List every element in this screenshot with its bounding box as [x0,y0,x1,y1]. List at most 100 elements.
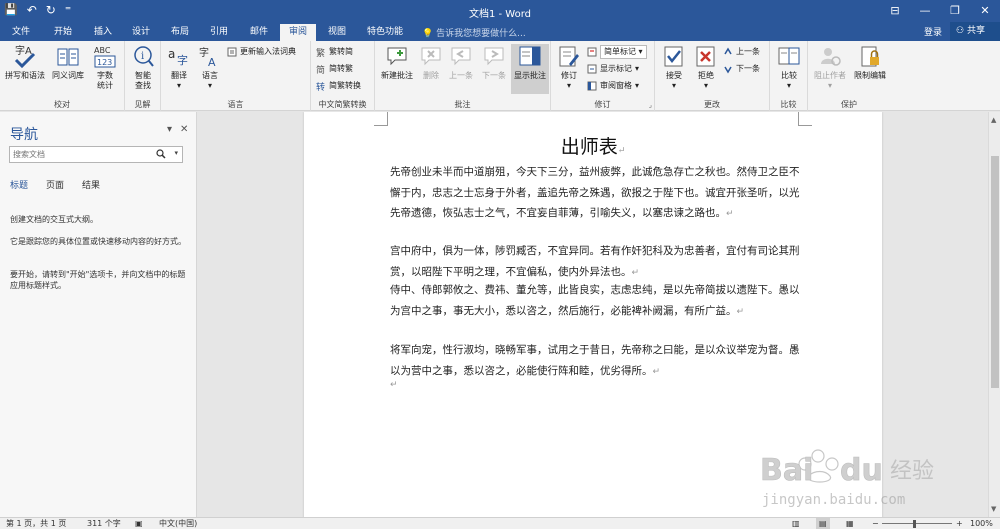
tab-insert[interactable]: 插入 [86,24,120,41]
svg-text:a: a [168,47,175,61]
navigation-title: 导航 [10,127,38,143]
previous-change-button[interactable]: 上一条 [723,46,760,58]
tab-references[interactable]: 引用 [202,24,236,41]
svg-text:繁: 繁 [316,47,325,57]
vertical-scrollbar[interactable]: ▲ ▼ [988,112,1000,517]
document-title[interactable]: 出师表↵ [304,132,882,159]
show-comments-button[interactable]: 显示批注 [511,44,549,94]
tab-file[interactable]: 文件 [4,24,38,41]
ribbon-review: 字A 拼写和语法 同义词库 ABC 123 字数 统计 校对 i 智能 查找 见解… [0,41,1000,111]
word-count-button[interactable]: ABC 123 字数 统计 [88,44,122,91]
close-button[interactable]: ✕ [970,0,1000,22]
tab-review[interactable]: 审阅 [280,24,316,41]
nav-help-start: 要开始，请转到"开始"选项卡，并向文档中的标题应用标题样式。 [10,270,186,290]
smart-lookup-button[interactable]: i 智能 查找 [127,44,159,91]
document-search-input[interactable] [10,147,150,162]
next-change-icon [724,66,732,74]
zoom-level[interactable]: 100% [970,518,993,529]
translate-button[interactable]: a字 翻译 ▾ [164,44,194,91]
tab-layout[interactable]: 布局 [163,24,197,41]
restrict-editing-button[interactable]: 限制编辑 [851,44,889,81]
search-options-icon[interactable]: ▾ [174,149,178,157]
accept-icon [664,46,683,67]
nav-tab-results[interactable]: 结果 [82,178,100,191]
svg-text:转: 转 [316,81,325,91]
previous-comment-button[interactable]: 上一条 [445,44,477,81]
nav-close-icon[interactable]: ✕ [180,124,188,135]
nav-tab-pages[interactable]: 页面 [46,178,64,191]
zoom-slider[interactable] [882,523,952,524]
zoom-in-button[interactable]: + [956,518,963,529]
tab-home[interactable]: 开始 [46,24,80,41]
spelling-grammar-button[interactable]: 字A 拼写和语法 [3,44,47,81]
proofing-status-icon[interactable]: ▣ [135,518,143,529]
person-icon: ⚇ [956,26,967,36]
tab-mailings[interactable]: 邮件 [242,24,276,41]
document-paragraph[interactable]: 宫中府中，俱为一体，陟罚臧否，不宜异同。若有作奸犯科及为忠善者，宜付有司论其刑赏… [390,241,800,283]
scroll-up-icon[interactable]: ▲ [991,116,996,124]
share-button[interactable]: ⚇ 共享 [950,22,1000,41]
nav-help-tracking: 它是跟踪您的具体位置或快速移动内容的好方式。 [10,237,186,246]
zoom-out-button[interactable]: − [872,518,879,529]
reject-icon [696,46,715,67]
svg-text:i: i [141,51,144,62]
nav-options-icon[interactable]: ▾ [167,124,172,135]
zoom-slider-knob[interactable] [913,520,916,528]
web-layout-icon[interactable]: ▦ [846,518,854,529]
track-changes-button[interactable]: 修订 ▾ [554,44,584,91]
reviewing-pane-dropdown[interactable]: 审阅窗格 ▾ [587,80,639,92]
lock-icon [861,46,879,67]
document-paragraph[interactable]: 侍中、侍郎郭攸之、费祎、董允等，此皆良实，志虑忠纯，是以先帝简拔以遗陛下。愚以为… [390,280,800,322]
markup-mode-dropdown[interactable]: 简单标记 ▾ [587,45,647,59]
conversion-button[interactable]: 转 简繁转换 [316,80,361,92]
word-count-icon: ABC 123 [94,46,116,68]
dialog-launcher-icon[interactable]: ⌟ [649,101,652,109]
group-label-protect: 保护 [841,100,857,109]
tab-special-features[interactable]: 特色功能 [360,24,410,41]
nav-tab-headings[interactable]: 标题 [10,178,28,191]
next-comment-button[interactable]: 下一条 [478,44,510,81]
svg-text:123: 123 [97,58,112,67]
scroll-down-icon[interactable]: ▼ [991,505,996,513]
compare-button[interactable]: 比较 ▾ [774,44,804,91]
update-ime-dictionary-button[interactable]: 更新输入法词典 [227,46,296,58]
sign-in-link[interactable]: 登录 [924,25,942,38]
minimize-button[interactable]: — [910,0,940,22]
svg-text:简: 简 [316,64,325,74]
conversion-icon: 转 [316,81,325,91]
language-button[interactable]: 字A 语言 ▾ [195,44,225,91]
accept-button[interactable]: 接受 ▾ [659,44,689,91]
simp-to-trad-button[interactable]: 简 简转繁 [316,63,353,75]
reject-button[interactable]: 拒绝 ▾ [691,44,721,91]
group-tracking: 修订 ▾ 简单标记 ▾ 显示标记 ▾ 审阅窗格 ▾ 修订 ⌟ [551,41,655,111]
search-icon[interactable] [156,149,166,159]
block-authors-button[interactable]: 阻止作者 ▾ [810,44,850,91]
print-layout-icon[interactable]: ▤ [816,518,830,529]
share-label: 共享 [966,26,985,36]
show-markup-dropdown[interactable]: 显示标记 ▾ [587,63,639,75]
document-paragraph[interactable]: 先帝创业未半而中道崩殂，今天下三分，益州疲弊，此诚危急存亡之秋也。然侍卫之臣不懈… [390,162,800,225]
reviewing-pane-icon [587,81,597,91]
tab-view[interactable]: 视图 [320,24,354,41]
tab-design[interactable]: 设计 [124,24,158,41]
watermark-brand-suffix: 经验 [890,459,934,484]
next-change-button[interactable]: 下一条 [723,63,760,75]
word-count-status[interactable]: 311 个字 [87,518,121,529]
group-label-comments: 批注 [454,100,471,109]
tell-me-box[interactable]: 💡 告诉我您想要做什么... [422,26,526,39]
new-comment-button[interactable]: 新建批注 [377,44,417,81]
tell-me-placeholder: 告诉我您想要做什么... [436,29,526,39]
restore-button[interactable]: ❐ [940,0,970,22]
delete-comment-button[interactable]: 删除 [418,44,444,81]
document-paragraph[interactable]: 将军向宠，性行淑均，晓畅军事，试用之于昔日，先帝称之曰能，是以众议举宠为督。愚以… [390,340,800,382]
trad-to-simp-button[interactable]: 繁 繁转简 [316,46,353,58]
ribbon-display-options-icon[interactable]: ⊟ [880,0,910,22]
group-protect: 阻止作者 ▾ 限制编辑 保护 [808,41,890,111]
thesaurus-button[interactable]: 同义词库 [49,44,87,81]
language-status[interactable]: 中文(中国) [159,518,197,529]
read-mode-icon[interactable]: ▥ [792,518,800,529]
navigation-controls: ▾ ✕ [167,124,188,135]
scrollbar-thumb[interactable] [991,156,999,388]
page-count-status[interactable]: 第 1 页，共 1 页 [6,518,66,529]
svg-text:du: du [840,453,883,488]
